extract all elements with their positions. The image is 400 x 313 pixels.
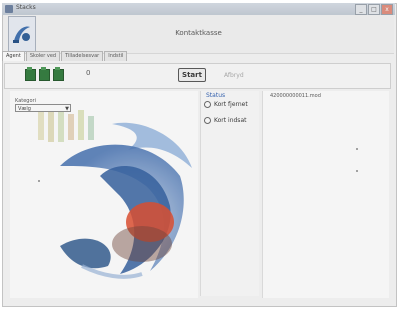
category-selected-value: Vælg: [18, 106, 31, 112]
status-title: Status: [206, 92, 226, 99]
log-file-header: 420000000011.mod: [270, 93, 321, 99]
log-marker-dot: [356, 148, 358, 150]
tab-indstil[interactable]: Indstil: [104, 51, 128, 61]
stack-counter: 0: [86, 69, 91, 77]
status-option-label: Kort indsat: [214, 117, 247, 124]
tab-agent[interactable]: Agent: [2, 51, 25, 61]
chevron-down-icon: ▼: [65, 106, 69, 112]
start-button[interactable]: Start: [178, 68, 206, 82]
stacks-splash-logo: [38, 106, 192, 279]
status-option-label: Kort fjernet: [214, 101, 248, 108]
tab-skoler[interactable]: Skoler ved: [25, 51, 61, 61]
minimize-button[interactable]: _: [355, 4, 367, 15]
window-title: Stacks: [16, 4, 36, 11]
radio-icon[interactable]: [204, 101, 211, 108]
radio-icon[interactable]: [204, 117, 211, 124]
toolbar: 0 Start Afbryd: [4, 63, 391, 89]
status-option-kort-indsat[interactable]: Kort indsat: [204, 117, 246, 124]
header-title: Kontaktkasse: [175, 29, 222, 37]
header-banner: Kontaktkasse: [3, 15, 394, 54]
log-panel: [262, 91, 389, 298]
log-marker-dot: [356, 170, 358, 172]
tab-bar: Agent Skoler ved Tilladelsesvar Indstil: [2, 51, 128, 61]
stack-green-icon-1[interactable]: [25, 67, 36, 81]
close-button[interactable]: x: [381, 4, 393, 15]
maximize-button[interactable]: □: [368, 4, 380, 15]
panel-marker-dot: [38, 180, 40, 182]
title-bar: Stacks _ □ x: [2, 3, 395, 15]
category-select[interactable]: Vælg ▼: [15, 104, 71, 112]
status-option-kort-fjernet[interactable]: Kort fjernet: [204, 101, 248, 108]
stack-green-icon-3[interactable]: [53, 67, 64, 81]
tab-tilladelser[interactable]: Tilladelsesvar: [61, 51, 104, 61]
stop-button[interactable]: Afbryd: [224, 72, 244, 79]
window-icon: [5, 5, 13, 13]
stack-green-icon-2[interactable]: [39, 67, 50, 81]
